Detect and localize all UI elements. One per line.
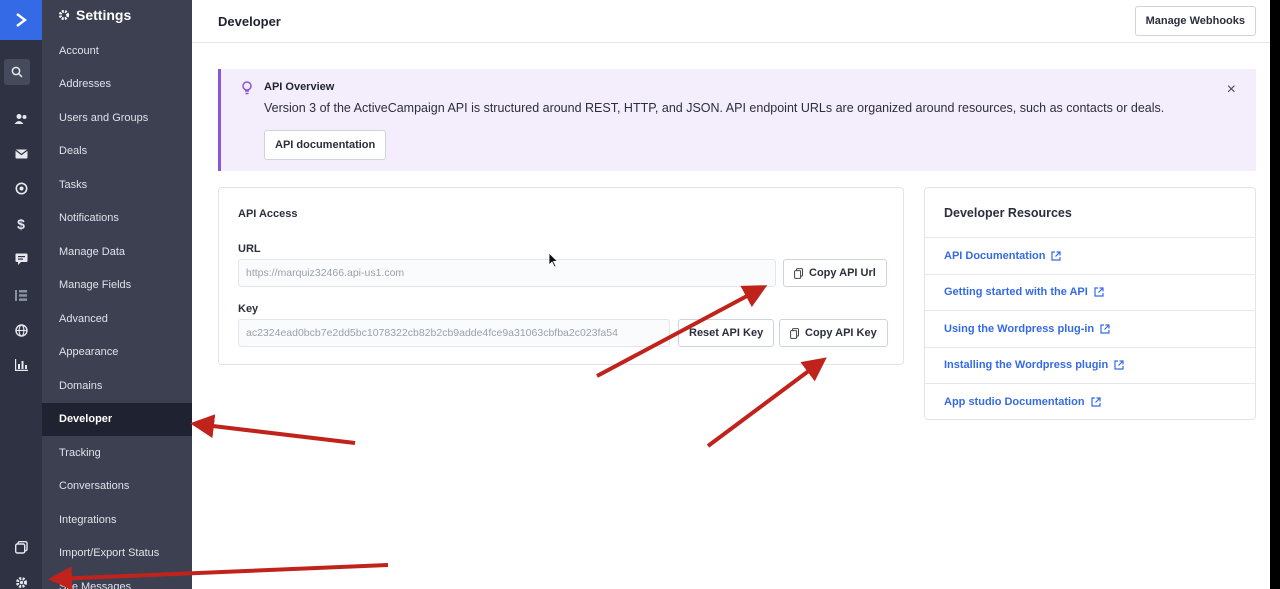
resource-link-getting-started[interactable]: Getting started with the API (925, 275, 1255, 311)
globe-icon[interactable] (0, 317, 42, 343)
nav-item-conversations[interactable]: Conversations (42, 470, 192, 504)
url-label: URL (238, 243, 261, 255)
copy-icon (794, 267, 803, 279)
reset-api-key-button[interactable]: Reset API Key (678, 319, 775, 347)
settings-title: Settings (76, 7, 132, 23)
nav-item-deals[interactable]: Deals (42, 135, 192, 169)
nav-item-advanced[interactable]: Advanced (42, 302, 192, 336)
mouse-cursor-icon (548, 252, 558, 268)
resource-link-installing-wordpress-plugin[interactable]: Installing the Wordpress plugin (925, 348, 1255, 384)
api-overview-banner: API Overview Version 3 of the ActiveCamp… (218, 69, 1256, 171)
lightbulb-icon (241, 81, 253, 100)
external-link-icon (1100, 324, 1110, 334)
gear-icon[interactable] (0, 569, 42, 589)
external-link-icon (1051, 251, 1062, 261)
copy-icon (790, 327, 799, 339)
window-edge (1270, 0, 1280, 589)
api-key-field[interactable]: ac2324ead0bcb7e2dd5bc1078322cb82b2cb9add… (238, 319, 670, 347)
search-icon[interactable] (4, 59, 30, 85)
chat-icon[interactable] (0, 246, 42, 272)
nav-item-site-messages[interactable]: Site Messages (42, 570, 192, 589)
page-title: Developer (218, 13, 281, 29)
key-label: Key (238, 303, 259, 315)
api-documentation-button[interactable]: API documentation (264, 130, 387, 160)
developer-resources-title: Developer Resources (925, 188, 1255, 238)
nav-item-developer[interactable]: Developer (42, 402, 192, 436)
nav-item-tasks[interactable]: Tasks (42, 168, 192, 202)
resource-link-label: API Documentation (944, 249, 1046, 262)
api-access-card: API Access URL https://marquiz32466.api-… (218, 187, 904, 365)
nav-item-integrations[interactable]: Integrations (42, 503, 192, 537)
banner-title: API Overview (264, 81, 335, 93)
resource-link-label: Installing the Wordpress plugin (944, 359, 1109, 372)
nav-item-manage-data[interactable]: Manage Data (42, 235, 192, 269)
gear-icon (58, 9, 70, 21)
settings-nav: Settings Account Addresses Users and Gro… (42, 0, 192, 589)
api-url-field[interactable]: https://marquiz32466.api-us1.com (238, 259, 776, 287)
settings-header: Settings (42, 0, 192, 30)
copy-api-key-button[interactable]: Copy API Key (779, 319, 888, 347)
external-link-icon (1114, 360, 1124, 370)
contacts-icon[interactable] (0, 106, 42, 132)
chevron-right-logo-icon[interactable] (0, 0, 42, 40)
reports-icon[interactable] (0, 352, 42, 378)
external-link-icon (1090, 397, 1101, 407)
dollar-icon[interactable]: $ (0, 211, 42, 237)
copy-api-key-label: Copy API Key (805, 327, 877, 339)
main-content: Developer Manage Webhooks API Overview V… (192, 0, 1270, 589)
copy-api-url-button[interactable]: Copy API Url (783, 259, 887, 287)
resource-link-label: Getting started with the API (944, 286, 1088, 299)
target-icon[interactable] (0, 175, 42, 201)
nav-item-addresses[interactable]: Addresses (42, 68, 192, 102)
external-link-icon (1094, 287, 1104, 297)
icon-rail: $ (0, 0, 42, 589)
resource-link-api-documentation[interactable]: API Documentation (925, 238, 1255, 275)
developer-resources-card: Developer Resources API Documentation Ge… (924, 187, 1256, 420)
top-bar: Developer Manage Webhooks (192, 0, 1270, 43)
api-access-title: API Access (238, 208, 298, 220)
resource-link-label: App studio Documentation (944, 396, 1085, 409)
nav-item-users-and-groups[interactable]: Users and Groups (42, 101, 192, 135)
nav-item-domains[interactable]: Domains (42, 369, 192, 403)
manage-webhooks-button[interactable]: Manage Webhooks (1134, 6, 1256, 36)
nav-item-tracking[interactable]: Tracking (42, 436, 192, 470)
nav-item-account[interactable]: Account (42, 34, 192, 68)
nav-item-manage-fields[interactable]: Manage Fields (42, 269, 192, 303)
resource-link-app-studio-documentation[interactable]: App studio Documentation (925, 384, 1255, 421)
banner-text: Version 3 of the ActiveCampaign API is s… (264, 101, 1165, 115)
list-icon[interactable] (0, 282, 42, 308)
resource-link-label: Using the Wordpress plug-in (944, 322, 1095, 335)
pages-icon[interactable] (0, 534, 42, 560)
mail-icon[interactable] (0, 141, 42, 167)
close-icon[interactable]: × (1227, 81, 1236, 99)
nav-item-notifications[interactable]: Notifications (42, 202, 192, 236)
nav-item-import-export-status[interactable]: Import/Export Status (42, 537, 192, 571)
nav-item-appearance[interactable]: Appearance (42, 336, 192, 370)
copy-api-url-label: Copy API Url (809, 267, 876, 279)
resource-link-wordpress-plugin-usage[interactable]: Using the Wordpress plug-in (925, 311, 1255, 348)
